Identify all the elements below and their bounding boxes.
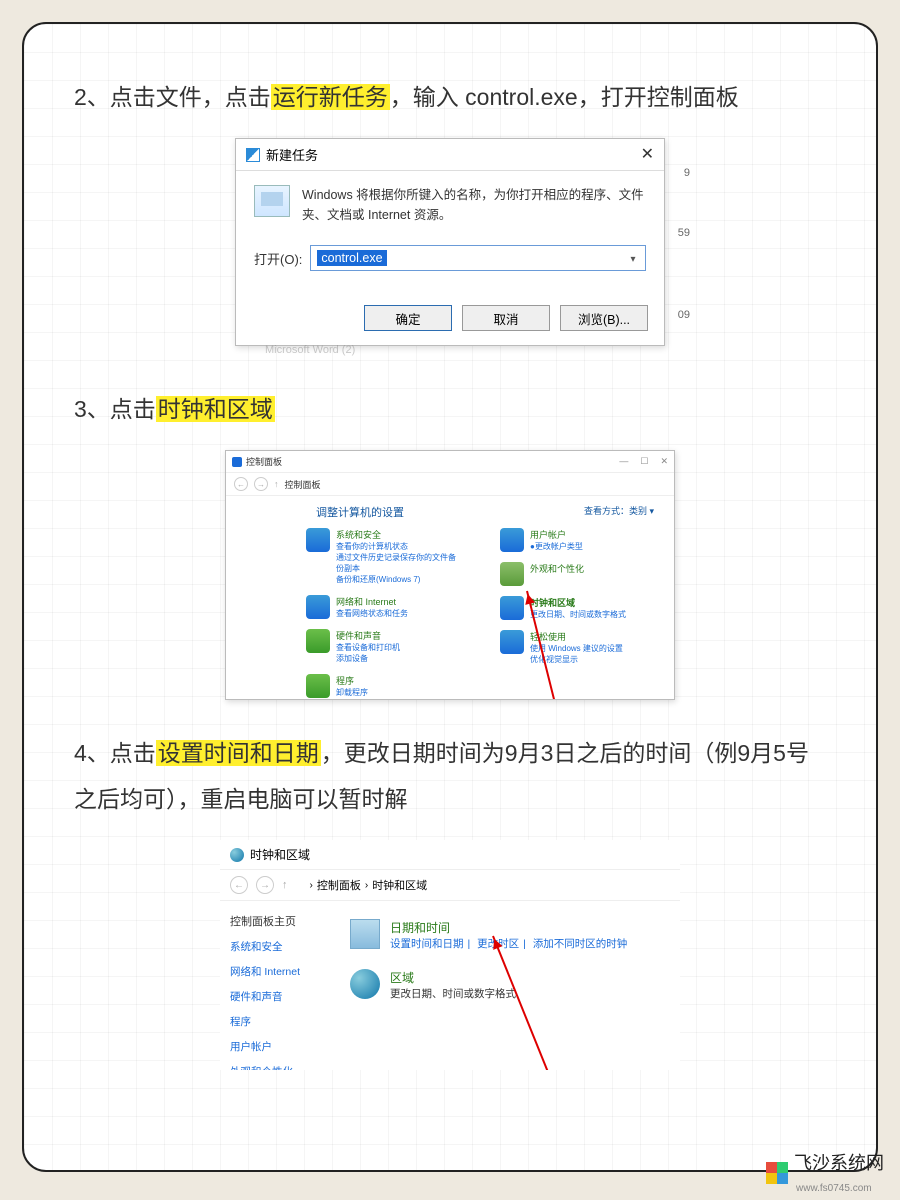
- minimize-icon[interactable]: —: [619, 456, 628, 467]
- cat-system-security[interactable]: 系统和安全查看你的计算机状态 通过文件历史记录保存你的文件备份副本 备份和还原(…: [306, 528, 460, 585]
- cat-ease-of-access[interactable]: 轻松使用使用 Windows 建议的设置 优化视觉显示: [500, 630, 654, 665]
- printer-icon: [306, 629, 330, 653]
- clock-globe-icon: [230, 848, 244, 862]
- step3-highlight: 时钟和区域: [156, 396, 275, 422]
- site-brand: 飞沙系统网 www.fs0745.com: [766, 1149, 884, 1196]
- step3-screenshot-wrap: 控制面板 — ☐ ✕ ← → ↑ 控制面板 调整计算机的设置 查看方式：类别 ▾…: [74, 450, 826, 700]
- dialog-background-leak: Microsoft Word (2): [235, 344, 665, 356]
- breadcrumb: › 控制面板 › 时钟和区域: [296, 877, 428, 893]
- open-label: 打开(O):: [254, 249, 302, 268]
- open-combobox[interactable]: control.exe ▾: [310, 245, 646, 271]
- nav-back-icon[interactable]: ←: [234, 477, 248, 491]
- breadcrumb[interactable]: 控制面板: [285, 478, 321, 491]
- sidebar-link[interactable]: 程序: [230, 1014, 340, 1029]
- dialog-title: 新建任务: [266, 145, 318, 164]
- cp-sidebar: 控制面板主页 系统和安全 网络和 Internet 硬件和声音 程序 用户帐户 …: [220, 901, 340, 1070]
- window-title: 时钟和区域: [250, 846, 310, 863]
- shield-icon: [306, 528, 330, 552]
- dialog-description: Windows 将根据你所键入的名称，为你打开相应的程序、文件夹、文档或 Int…: [302, 185, 646, 225]
- close-icon[interactable]: ✕: [660, 456, 668, 467]
- breadcrumb-current[interactable]: 时钟和区域: [372, 877, 427, 893]
- edge-number: 09: [678, 309, 690, 321]
- chevron-down-icon[interactable]: ▾: [625, 251, 641, 267]
- nav-up-icon[interactable]: ↑: [274, 479, 279, 489]
- edge-number: 59: [678, 227, 690, 239]
- cancel-button[interactable]: 取消: [462, 305, 550, 331]
- sidebar-header[interactable]: 控制面板主页: [230, 913, 340, 929]
- step4-highlight: 设置时间和日期: [156, 740, 321, 766]
- section-region: 区域 更改日期、时间或数字格式: [350, 969, 670, 1001]
- globe-icon: [350, 969, 380, 999]
- breadcrumb-parent[interactable]: 控制面板: [317, 877, 361, 893]
- cat-appearance[interactable]: 外观和个性化: [500, 562, 654, 586]
- nav-fwd-icon[interactable]: →: [254, 477, 268, 491]
- step2-textB: ，输入 control.exe，打开控制面板: [390, 84, 739, 110]
- viewby-dropdown[interactable]: 查看方式：类别 ▾: [584, 504, 654, 520]
- calendar-clock-icon: [350, 919, 380, 949]
- sidebar-link[interactable]: 外观和个性化: [230, 1064, 340, 1070]
- breadcrumb-icon: [296, 880, 306, 890]
- brand-name: 飞沙系统网: [794, 1153, 884, 1173]
- nav-up-icon[interactable]: ↑: [282, 879, 288, 891]
- sidebar-link[interactable]: 硬件和声音: [230, 989, 340, 1004]
- nav-back-icon[interactable]: ←: [230, 876, 248, 894]
- sep: |: [523, 938, 526, 950]
- link-set-time-date[interactable]: 设置时间和日期: [390, 938, 464, 950]
- section-title[interactable]: 日期和时间: [390, 919, 631, 936]
- document-card: 2、点击文件，点击运行新任务，输入 control.exe，打开控制面板 9 5…: [22, 22, 878, 1172]
- brand-url: www.fs0745.com: [796, 1183, 872, 1194]
- adjust-settings-header: 调整计算机的设置: [316, 504, 404, 520]
- new-task-dialog: 9 59 09 新建任务 ✕ Windows 将根据你所键入的名称，为你打开相应…: [235, 138, 665, 346]
- nav-fwd-icon[interactable]: →: [256, 876, 274, 894]
- cat-hardware-sound[interactable]: 硬件和声音查看设备和打印机 添加设备: [306, 629, 460, 664]
- window-title: 控制面板: [246, 455, 282, 468]
- ok-button[interactable]: 确定: [364, 305, 452, 331]
- section-date-time: 日期和时间 设置时间和日期| 更改时区| 添加不同时区的时钟: [350, 919, 670, 951]
- sidebar-link[interactable]: 网络和 Internet: [230, 964, 340, 979]
- clock-region-window: 时钟和区域 ← → ↑ › 控制面板 › 时钟和区域 控制面板主页 系统和安全: [220, 840, 680, 1070]
- sep: |: [468, 938, 471, 950]
- cat-programs[interactable]: 程序卸载程序: [306, 674, 460, 698]
- control-panel-icon: [232, 457, 242, 467]
- brand-logo-icon: [766, 1162, 788, 1184]
- box-icon: [306, 674, 330, 698]
- cat-network-internet[interactable]: 网络和 Internet查看网络状态和任务: [306, 595, 460, 619]
- step2-textA: 2、点击文件，点击: [74, 84, 271, 110]
- step4-textA: 4、点击: [74, 740, 156, 766]
- section-title[interactable]: 区域: [390, 969, 520, 986]
- sidebar-link[interactable]: 用户帐户: [230, 1039, 340, 1054]
- user-icon: [500, 528, 524, 552]
- step3-textA: 3、点击: [74, 396, 156, 422]
- step2-screenshot-wrap: 9 59 09 新建任务 ✕ Windows 将根据你所键入的名称，为你打开相应…: [74, 138, 826, 356]
- cat-user-accounts[interactable]: 用户帐户●更改帐户类型: [500, 528, 654, 552]
- cp-right-column: 用户帐户●更改帐户类型 外观和个性化 时钟和区域更改日期、时间或数字格式 轻松使…: [500, 528, 654, 698]
- dialog-titlebar: 新建任务 ✕: [236, 139, 664, 171]
- link-add-clocks[interactable]: 添加不同时区的时钟: [533, 938, 628, 950]
- close-icon[interactable]: ✕: [641, 147, 654, 163]
- run-program-icon: [254, 185, 290, 217]
- globe-icon: [306, 595, 330, 619]
- region-subtext[interactable]: 更改日期、时间或数字格式: [390, 988, 516, 1000]
- control-panel-window: 控制面板 — ☐ ✕ ← → ↑ 控制面板 调整计算机的设置 查看方式：类别 ▾…: [225, 450, 675, 700]
- edge-number: 9: [684, 167, 690, 179]
- step4-screenshot-wrap: 时钟和区域 ← → ↑ › 控制面板 › 时钟和区域 控制面板主页 系统和安全: [74, 840, 826, 1070]
- step2-text: 2、点击文件，点击运行新任务，输入 control.exe，打开控制面板: [74, 74, 826, 120]
- browse-button[interactable]: 浏览(B)...: [560, 305, 648, 331]
- sidebar-link[interactable]: 系统和安全: [230, 939, 340, 954]
- clock-globe-icon: [500, 596, 524, 620]
- open-value: control.exe: [317, 250, 386, 266]
- step2-highlight: 运行新任务: [271, 84, 390, 110]
- windows-run-icon: [246, 148, 260, 162]
- monitor-icon: [500, 562, 524, 586]
- accessibility-icon: [500, 630, 524, 654]
- cp-main-area: 日期和时间 设置时间和日期| 更改时区| 添加不同时区的时钟 区域: [340, 901, 680, 1070]
- maximize-icon[interactable]: ☐: [640, 456, 648, 467]
- step3-text: 3、点击时钟和区域: [74, 386, 826, 432]
- cp-left-column: 系统和安全查看你的计算机状态 通过文件历史记录保存你的文件备份副本 备份和还原(…: [306, 528, 460, 698]
- step4-text: 4、点击设置时间和日期，更改日期时间为9月3日之后的时间（例9月5号之后均可），…: [74, 730, 826, 822]
